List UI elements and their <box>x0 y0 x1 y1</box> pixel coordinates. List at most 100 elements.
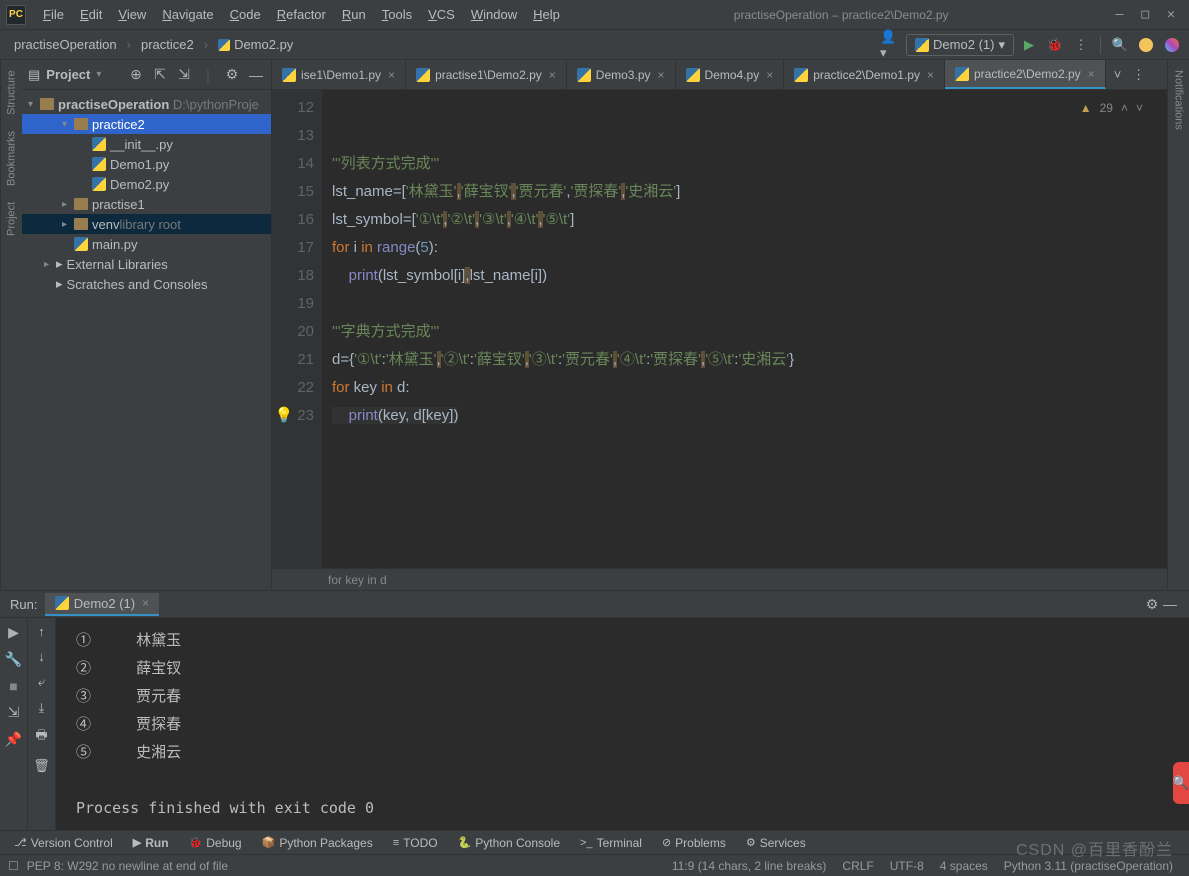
rail-project[interactable]: Project <box>6 202 18 236</box>
next-highlight-icon[interactable]: ˅ <box>1136 94 1143 122</box>
expand-all-icon[interactable]: ⇱ <box>151 66 169 84</box>
menu-edit[interactable]: Edit <box>73 4 109 25</box>
collapse-all-icon[interactable]: ⇲ <box>175 66 193 84</box>
minimize-button[interactable]: — <box>1116 7 1124 22</box>
close-button[interactable]: ✕ <box>1167 7 1175 22</box>
up-icon[interactable]: ↑ <box>38 624 45 639</box>
warning-icon[interactable]: ▲ <box>1080 94 1092 122</box>
indent-setting[interactable]: 4 spaces <box>932 859 996 873</box>
editor-tab[interactable]: practice2\Demo2.py× <box>945 60 1106 89</box>
close-icon[interactable]: × <box>142 596 149 610</box>
editor-tab[interactable]: practice2\Demo1.py× <box>784 60 945 89</box>
print-icon[interactable]: 🖶 <box>35 726 47 748</box>
console-output[interactable]: ① 林黛玉 ② 薛宝钗 ③ 贾元春 ④ 贾探春 ⑤ 史湘云 Process fi… <box>56 618 1189 830</box>
rail-bookmarks[interactable]: Bookmarks <box>6 131 18 186</box>
tree-item[interactable]: main.py <box>22 234 271 254</box>
editor-tab[interactable]: Demo4.py× <box>676 60 785 89</box>
hide-icon[interactable]: — <box>247 66 265 84</box>
tree-item[interactable]: ▸Scratches and Consoles <box>22 274 271 294</box>
python-interpreter[interactable]: Python 3.11 (practiseOperation) <box>996 859 1181 873</box>
rail-structure[interactable]: Structure <box>6 70 18 115</box>
tree-item[interactable]: Demo2.py <box>22 174 271 194</box>
menu-tools[interactable]: Tools <box>375 4 419 25</box>
search-icon[interactable]: 🔍 <box>1109 34 1131 56</box>
menu-file[interactable]: File <box>36 4 71 25</box>
scroll-to-end-icon[interactable]: ⤓ <box>39 700 45 716</box>
run-button[interactable]: ▶ <box>1018 34 1040 56</box>
python-icon <box>686 68 700 82</box>
crumb-folder[interactable]: practice2 <box>133 34 202 55</box>
down-icon[interactable]: ↓ <box>38 649 45 664</box>
pin-icon[interactable]: 📌 <box>5 731 22 748</box>
tree-item[interactable]: ▸venv library root <box>22 214 271 234</box>
bottom-debug[interactable]: 🐞Debug <box>181 834 250 852</box>
menu-code[interactable]: Code <box>223 4 268 25</box>
close-icon[interactable]: × <box>549 68 556 82</box>
menu-refactor[interactable]: Refactor <box>270 4 333 25</box>
menu-run[interactable]: Run <box>335 4 373 25</box>
user-icon[interactable]: 👤▾ <box>880 34 902 56</box>
gear-icon[interactable]: ⚙ <box>1143 595 1161 613</box>
editor-breadcrumb[interactable]: for key in d <box>272 568 1167 590</box>
tabs-overflow-icon[interactable]: ˅ ⋮ <box>1106 60 1153 89</box>
caret-position[interactable]: 11:9 (14 chars, 2 line breaks) <box>664 859 835 873</box>
tree-item-label: main.py <box>92 237 138 252</box>
notifications-button[interactable]: Notifications <box>1173 70 1185 130</box>
menu-view[interactable]: View <box>111 4 153 25</box>
chevron-down-icon[interactable]: ▾ <box>96 69 101 80</box>
bottom-python-packages[interactable]: 📦Python Packages <box>254 834 381 852</box>
run-configuration-selector[interactable]: Demo2 (1) ▾ <box>906 34 1014 56</box>
tools-icon[interactable]: 🔧 <box>5 651 22 668</box>
close-icon[interactable]: × <box>927 68 934 82</box>
bottom-run[interactable]: ▶Run <box>125 834 177 852</box>
locate-icon[interactable]: ⊕ <box>127 66 145 84</box>
inspection-icon[interactable]: ☐ <box>8 859 19 873</box>
close-icon[interactable]: × <box>1088 67 1095 81</box>
bottom-python-console[interactable]: 🐍Python Console <box>450 834 568 852</box>
run-toolbar-secondary: ↑ ↓ ⤶ ⤓ 🖶 🗑 <box>28 618 56 830</box>
prev-highlight-icon[interactable]: ˄ <box>1121 94 1128 122</box>
crumb-project[interactable]: practiseOperation <box>6 34 125 55</box>
close-icon[interactable]: × <box>766 68 773 82</box>
code[interactable]: '''列表方式完成''' lst_name=['林黛玉','薛宝钗','贾元春'… <box>322 90 1167 568</box>
tree-item[interactable]: ▸practise1 <box>22 194 271 214</box>
menu-navigate[interactable]: Navigate <box>155 4 220 25</box>
gear-icon[interactable]: ⚙ <box>223 66 241 84</box>
ide-updates-icon[interactable] <box>1135 34 1157 56</box>
soft-wrap-icon[interactable]: ⤶ <box>38 674 45 690</box>
code-with-me-icon[interactable] <box>1161 34 1183 56</box>
menu-vcs[interactable]: VCS <box>421 4 462 25</box>
bottom-problems[interactable]: ⊘Problems <box>654 834 734 852</box>
stop-icon[interactable]: ■ <box>9 678 17 694</box>
layout-icon[interactable]: ⇲ <box>8 704 20 721</box>
editor-tab[interactable]: Demo3.py× <box>567 60 676 89</box>
editor-tab[interactable]: ise1\Demo1.py× <box>272 60 406 89</box>
editor-tab[interactable]: practise1\Demo2.py× <box>406 60 567 89</box>
tree-item[interactable]: ▸▸External Libraries <box>22 254 271 274</box>
bulb-icon[interactable]: 💡 <box>274 407 293 424</box>
bottom-services[interactable]: ⚙Services <box>738 834 814 852</box>
editor-content[interactable]: 1213141516171819202122💡 23 '''列表方式完成''' … <box>272 90 1167 568</box>
menu-window[interactable]: Window <box>464 4 524 25</box>
tree-item[interactable]: Demo1.py <box>22 154 271 174</box>
tree-item[interactable]: __init__.py <box>22 134 271 154</box>
bottom-version-control[interactable]: ⎇Version Control <box>6 834 121 852</box>
debug-button[interactable]: 🐞 <box>1044 34 1066 56</box>
run-tab[interactable]: Demo2 (1) × <box>45 593 159 616</box>
crumb-file[interactable]: Demo2.py <box>210 34 301 55</box>
menu-help[interactable]: Help <box>526 4 567 25</box>
tree-root[interactable]: ▾ practiseOperation D:\pythonProje <box>22 94 271 114</box>
tool-label: Problems <box>675 836 726 850</box>
more-run-icon[interactable]: ⋮ <box>1070 34 1092 56</box>
file-encoding[interactable]: UTF-8 <box>882 859 932 873</box>
bottom-todo[interactable]: ≡TODO <box>385 834 446 852</box>
bottom-terminal[interactable]: >_Terminal <box>572 834 650 852</box>
clear-icon[interactable]: 🗑 <box>33 758 50 774</box>
tree-item[interactable]: ▾practice2 <box>22 114 271 134</box>
hide-icon[interactable]: — <box>1161 595 1179 613</box>
line-separator[interactable]: CRLF <box>834 859 881 873</box>
maximize-button[interactable]: □ <box>1141 7 1149 22</box>
rerun-icon[interactable]: ▶ <box>8 624 19 641</box>
close-icon[interactable]: × <box>388 68 395 82</box>
close-icon[interactable]: × <box>658 68 665 82</box>
